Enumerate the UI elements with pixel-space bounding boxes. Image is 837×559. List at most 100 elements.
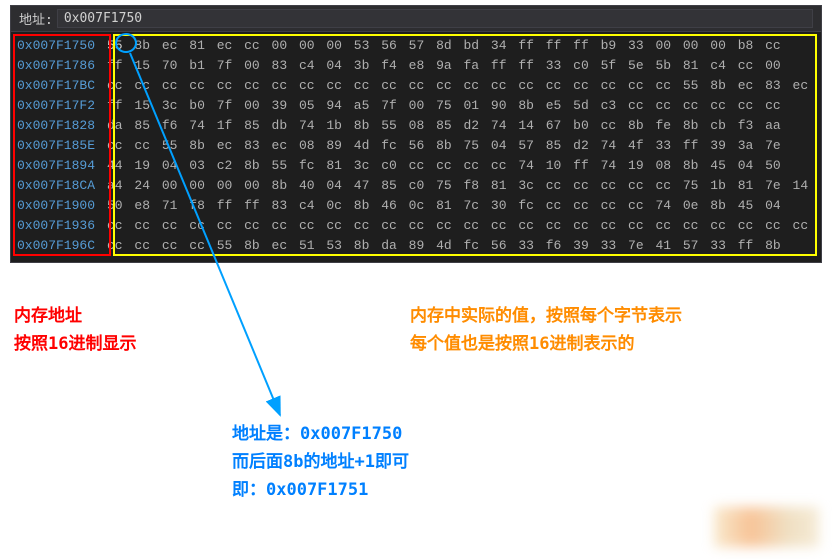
byte-cell: 89: [324, 138, 344, 153]
byte-cell: cc: [215, 218, 235, 233]
byte-cell: cc: [708, 218, 728, 233]
byte-cell: ff: [242, 198, 262, 213]
byte-cell: 56: [407, 138, 427, 153]
byte-cell: cc: [132, 218, 152, 233]
byte-cell: cc: [544, 78, 564, 93]
byte-cell: 8b: [516, 98, 536, 113]
byte-cell: cc: [160, 238, 180, 253]
byte-cell: 00: [763, 58, 783, 73]
byte-cell: cc: [105, 78, 125, 93]
byte-cell: 15: [132, 58, 152, 73]
byte-cell: cc: [434, 78, 454, 93]
byte-cell: 34: [489, 38, 509, 53]
byte-cell: b1: [187, 58, 207, 73]
hex-row: 0x007F17F2ff 15 3c b0 7f 00 39 05 94 a5 …: [17, 96, 815, 116]
byte-cell: b9: [599, 38, 619, 53]
byte-cell: 1f: [215, 118, 235, 133]
byte-cell: ff: [516, 38, 536, 53]
address-cell: 0x007F17BC: [17, 76, 105, 96]
byte-cell: 14: [516, 118, 536, 133]
note-left-line1: 内存地址: [14, 302, 136, 330]
byte-cell: cc: [132, 238, 152, 253]
byte-cell: 81: [434, 198, 454, 213]
byte-cell: a4: [105, 178, 125, 193]
byte-cell: 8b: [270, 178, 290, 193]
byte-cell: f8: [187, 198, 207, 213]
byte-cell: cc: [653, 218, 673, 233]
byte-cell: cc: [160, 78, 180, 93]
byte-cell: 7e: [626, 238, 646, 253]
byte-cell: 57: [516, 138, 536, 153]
byte-cell: cc: [626, 98, 646, 113]
byte-cell: c4: [297, 58, 317, 73]
byte-cell: 33: [626, 38, 646, 53]
byte-cell: 3c: [160, 98, 180, 113]
byte-cell: 08: [297, 138, 317, 153]
byte-cell: cc: [626, 178, 646, 193]
byte-cell: ff: [681, 138, 701, 153]
byte-cell: 5f: [599, 58, 619, 73]
byte-cell: cc: [571, 198, 591, 213]
byte-cell: 00: [270, 38, 290, 53]
address-input[interactable]: [57, 9, 813, 28]
byte-cell: 74: [599, 158, 619, 173]
byte-cell: 8b: [681, 158, 701, 173]
byte-cell: 53: [352, 38, 372, 53]
byte-cell: 8b: [242, 158, 262, 173]
byte-cell: 19: [626, 158, 646, 173]
byte-cell: 8b: [132, 38, 152, 53]
byte-cell: bd: [461, 38, 481, 53]
byte-cell: 04: [160, 158, 180, 173]
byte-cell: 81: [736, 178, 756, 193]
byte-cell: cc: [681, 218, 701, 233]
byte-cell: 67: [544, 118, 564, 133]
byte-cell: 8b: [187, 138, 207, 153]
byte-cell: c2: [215, 158, 235, 173]
byte-cell: b0: [187, 98, 207, 113]
byte-cell: ff: [105, 58, 125, 73]
byte-cell: 00: [653, 38, 673, 53]
byte-cell: 85: [242, 118, 262, 133]
byte-cell: c4: [708, 58, 728, 73]
byte-cell: f8: [461, 178, 481, 193]
byte-cell: 50: [763, 158, 783, 173]
hex-row: 0x007F18CAa4 24 00 00 00 00 8b 40 04 47 …: [17, 176, 815, 196]
byte-cell: 75: [434, 98, 454, 113]
byte-cell: ec: [270, 238, 290, 253]
byte-cell: cc: [407, 78, 427, 93]
byte-cell: 53: [324, 238, 344, 253]
byte-cell: 51: [297, 238, 317, 253]
byte-cell: cc: [187, 78, 207, 93]
byte-cell: cc: [379, 78, 399, 93]
byte-cell: 04: [736, 158, 756, 173]
byte-cell: 70: [160, 58, 180, 73]
byte-cell: 74: [297, 118, 317, 133]
byte-cell: cc: [516, 78, 536, 93]
note-right-line2: 每个值也是按照16进制表示的: [410, 330, 682, 358]
byte-cell: fc: [297, 158, 317, 173]
byte-cell: 7f: [379, 98, 399, 113]
byte-cell: 81: [489, 178, 509, 193]
byte-cell: 1b: [324, 118, 344, 133]
byte-cell: 94: [324, 98, 344, 113]
byte-cell: 00: [324, 38, 344, 53]
address-cell: 0x007F1786: [17, 56, 105, 76]
byte-cell: 74: [187, 118, 207, 133]
byte-cell: cc: [242, 78, 262, 93]
byte-cell: 74: [516, 158, 536, 173]
address-label: 地址:: [19, 9, 53, 28]
byte-cell: cc: [160, 218, 180, 233]
byte-cell: 1b: [708, 178, 728, 193]
byte-cell: ff: [571, 38, 591, 53]
byte-cell: 3b: [352, 58, 372, 73]
byte-cell: 8b: [708, 198, 728, 213]
byte-cell: 33: [708, 238, 728, 253]
byte-cell: cc: [379, 218, 399, 233]
byte-cell: fe: [653, 118, 673, 133]
byte-cell: 8b: [763, 238, 783, 253]
byte-cell: cc: [544, 198, 564, 213]
address-cell: 0x007F1936: [17, 216, 105, 236]
byte-cell: cc: [626, 218, 646, 233]
address-cell: 0x007F196C: [17, 236, 105, 256]
byte-cell: 00: [242, 178, 262, 193]
